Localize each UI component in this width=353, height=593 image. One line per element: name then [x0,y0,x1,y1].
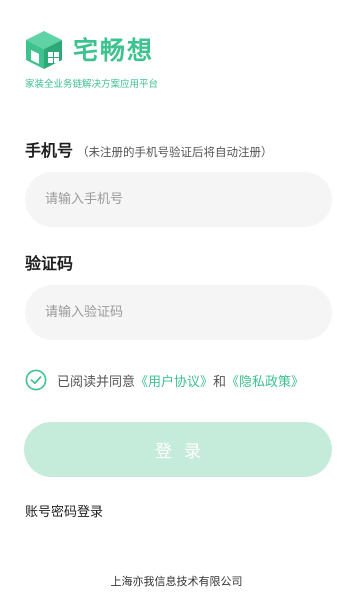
phone-label-text: 手机号 [25,141,74,160]
privacy-policy-link[interactable]: 《隐私政策》 [226,371,304,390]
agreement-row: 已阅读并同意 《用户协议》 和 《隐私政策》 [25,369,304,391]
agreement-prefix: 已阅读并同意 [57,374,136,390]
phone-input[interactable] [25,172,332,227]
house-logo-icon [26,31,62,69]
code-label: 验证码 [25,254,74,273]
login-page: 宅畅想 家装全业务链解决方案应用平台 手机号 （未注册的手机号验证后将自动注册） … [0,0,353,593]
verification-code-input[interactable] [25,285,332,340]
agreement-and: 和 [213,374,227,390]
user-agreement-link[interactable]: 《用户协议》 [135,371,213,390]
check-circle-icon[interactable] [25,369,47,391]
brand-slogan: 家装全业务链解决方案应用平台 [25,79,159,90]
phone-hint: （未注册的手机号验证后将自动注册） [77,145,273,159]
login-button[interactable]: 登录 [24,422,332,477]
footer-company: 上海亦我信息技术有限公司 [110,575,243,588]
password-login-link[interactable]: 账号密码登录 [25,501,103,520]
phone-label: 手机号 （未注册的手机号验证后将自动注册） [25,137,273,161]
brand-name: 宅畅想 [73,35,155,65]
brand-header: 宅畅想 [25,30,154,70]
